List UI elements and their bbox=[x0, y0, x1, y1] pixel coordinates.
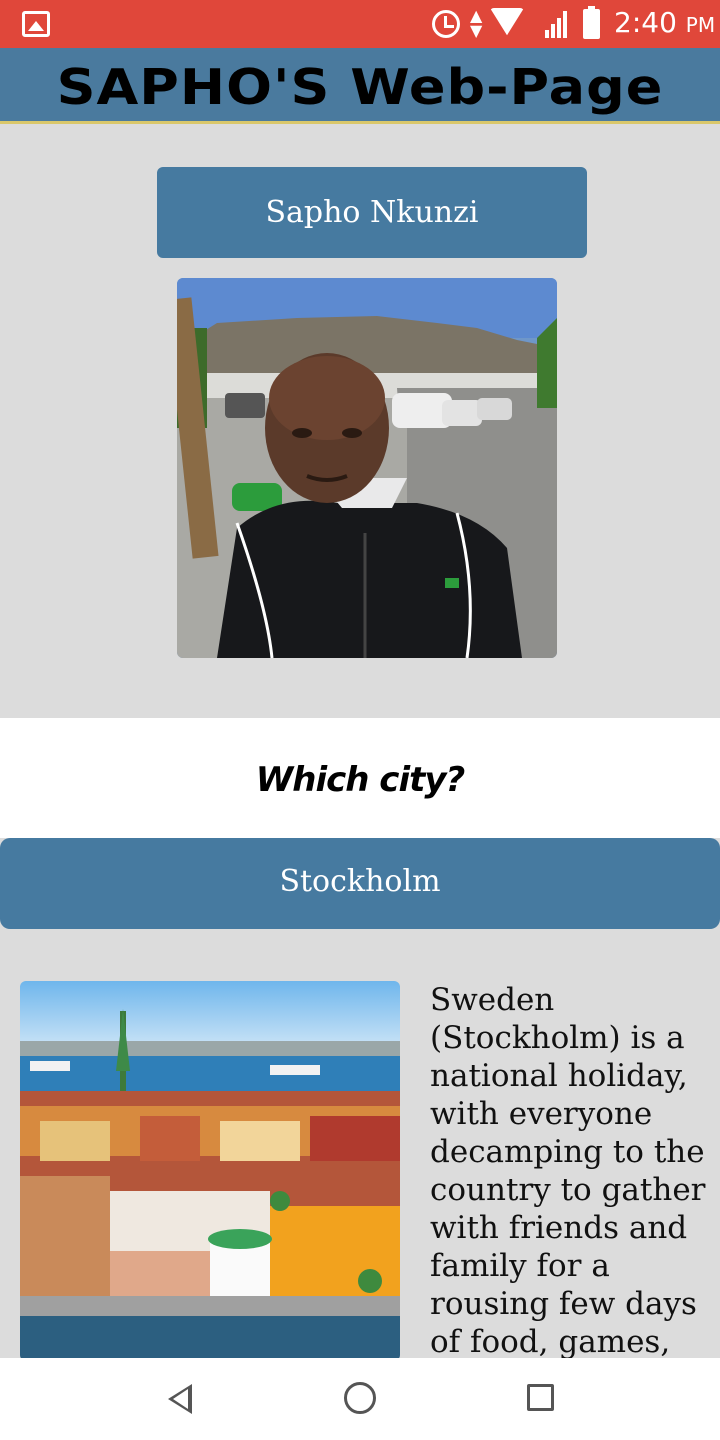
city-section: Sweden (Stockholm) is a national holiday… bbox=[0, 929, 720, 1358]
battery-icon bbox=[583, 6, 600, 39]
signal-icon bbox=[545, 10, 571, 38]
status-clock: 2:40 PM bbox=[614, 6, 715, 39]
home-icon[interactable] bbox=[344, 1382, 376, 1414]
navigation-bar bbox=[0, 1358, 720, 1440]
page-title: SAPHO'S Web-Page bbox=[56, 59, 664, 116]
city-photo bbox=[20, 981, 400, 1358]
city-photo-graphic bbox=[20, 981, 400, 1358]
question-band: Which city? bbox=[0, 718, 720, 838]
back-icon[interactable] bbox=[168, 1384, 192, 1414]
clock-time: 2:40 bbox=[614, 6, 677, 39]
app-header: SAPHO'S Web-Page bbox=[0, 48, 720, 124]
city-description: Sweden (Stockholm) is a national holiday… bbox=[430, 982, 706, 1358]
city-button[interactable]: Stockholm bbox=[0, 838, 720, 929]
profile-name-button[interactable]: Sapho Nkunzi bbox=[157, 167, 587, 258]
recent-apps-icon[interactable] bbox=[527, 1384, 554, 1411]
profile-photo-graphic bbox=[177, 278, 557, 658]
data-arrows-icon: ▲ ▼ bbox=[470, 6, 483, 40]
gallery-icon bbox=[22, 11, 50, 37]
alarm-icon bbox=[432, 10, 460, 38]
profile-photo bbox=[177, 278, 557, 658]
question-heading: Which city? bbox=[255, 760, 466, 800]
clock-ampm: PM bbox=[685, 13, 716, 37]
wifi-icon bbox=[490, 8, 524, 38]
profile-section: Sapho Nkunzi bbox=[0, 127, 720, 718]
status-bar: ▲ ▼ 2:40 PM bbox=[0, 0, 720, 48]
